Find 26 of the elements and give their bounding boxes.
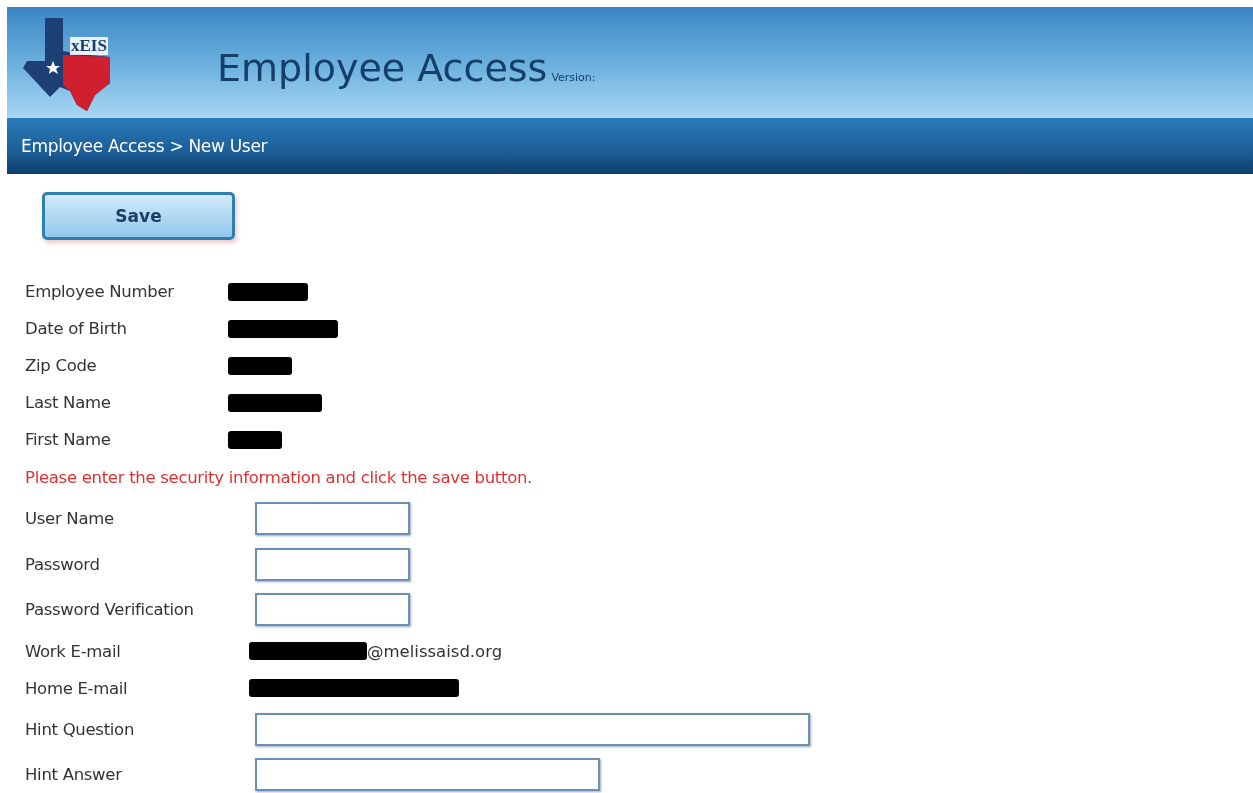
field-label: Home E-mail: [25, 678, 129, 698]
field-label: Hint Question: [25, 719, 136, 739]
text-field[interactable]: [255, 547, 410, 581]
field-label: Work E-mail: [25, 641, 122, 661]
logo-text: xEIS: [70, 36, 108, 55]
instruction-message: Please enter the security information and click the save button.: [25, 466, 534, 489]
field-label: Zip Code: [25, 356, 98, 375]
app-title: Employee Access: [217, 45, 548, 90]
text-field[interactable]: [255, 758, 600, 792]
redaction-mark: [228, 430, 282, 449]
field-label: Employee Number: [25, 282, 175, 301]
text-field[interactable]: [255, 712, 810, 746]
field-label: Date of Birth: [25, 319, 128, 338]
save-button[interactable]: Save: [42, 192, 235, 240]
version-label: Version:: [551, 70, 596, 84]
text-field[interactable]: [255, 502, 410, 536]
field-label: First Name: [25, 430, 112, 449]
field-label: User Name: [25, 509, 115, 529]
text-field[interactable]: [255, 593, 410, 627]
breadcrumb: Employee Access > New User: [21, 136, 268, 156]
field-label: Last Name: [25, 393, 112, 412]
redaction-mark: [228, 356, 292, 375]
field-label: Password Verification: [25, 600, 195, 620]
field-label: Hint Answer: [25, 765, 123, 785]
email-domain: @melissaisd.org: [367, 641, 503, 661]
field-label: Password: [25, 554, 101, 574]
